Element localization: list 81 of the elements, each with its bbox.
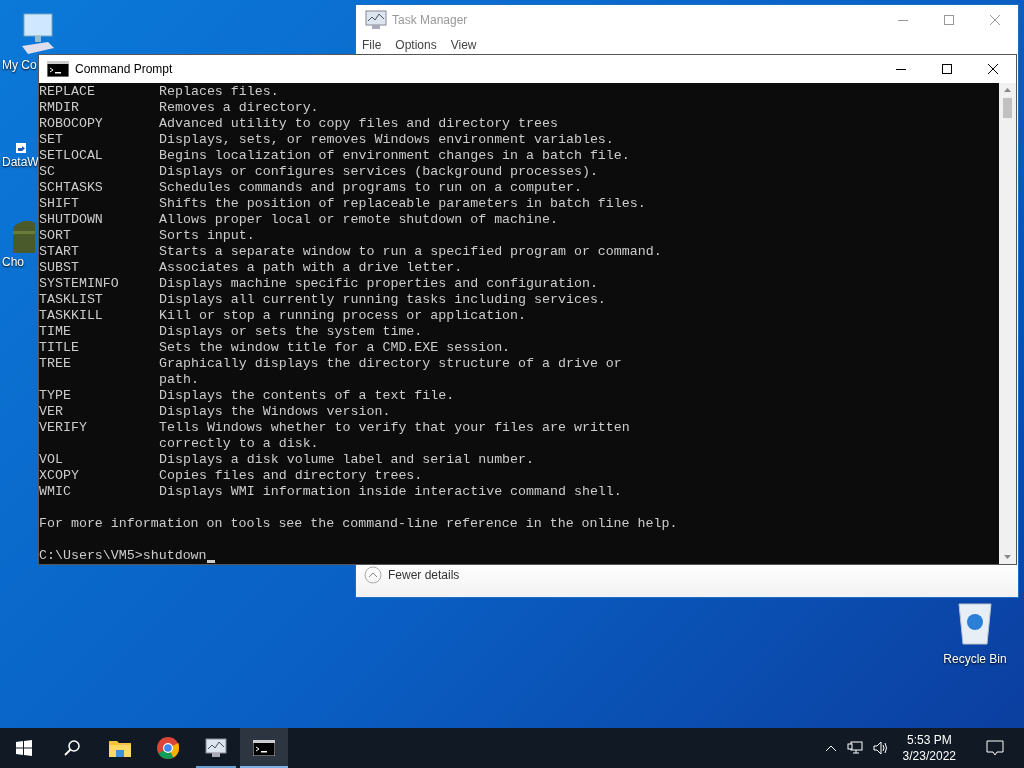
command-name: XCOPY: [39, 468, 80, 484]
command-description: Displays a disk volume label and serial number.: [159, 452, 535, 468]
window-title: Task Manager: [392, 12, 468, 29]
scrollbar-thumb[interactable]: [1003, 98, 1012, 118]
command-name: TIME: [39, 324, 72, 340]
volume-icon[interactable]: [872, 741, 889, 755]
command-description: Shifts the position of replaceable parameters in batch files.: [159, 196, 646, 212]
command-name: TASKKILL: [39, 308, 104, 324]
command-name: VOL: [39, 452, 64, 468]
command-name: TITLE: [39, 340, 80, 356]
command-name: SUBST: [39, 260, 80, 276]
command-description: Kill or stop a running process or application.: [159, 308, 527, 324]
help-text: For more information on tools see the command-line reference in the online help.: [39, 516, 678, 531]
command-name: RMDIR: [39, 100, 80, 116]
menu-item[interactable]: File: [362, 36, 382, 54]
command-name: VERIFY: [39, 420, 88, 437]
command-description: Displays or sets the system time.: [159, 324, 423, 340]
folder-icon: [109, 739, 131, 757]
scrollbar[interactable]: [999, 83, 1016, 564]
command-name: SC: [39, 164, 56, 180]
windows-logo-icon: [16, 740, 32, 756]
menu-item[interactable]: View: [450, 36, 477, 54]
command-name: VER: [39, 404, 64, 420]
command-description: Sets the window title for a CMD.EXE session.: [159, 340, 511, 356]
command-description: Displays all currently running tasks including services.: [159, 292, 606, 308]
console-icon: [253, 740, 275, 756]
command-description: path.: [159, 372, 200, 388]
command-name: REPLACE: [39, 84, 96, 100]
fewer-details-link[interactable]: Fewer details: [388, 566, 460, 584]
command-name: WMIC: [39, 484, 72, 500]
shortcut-icon: [16, 143, 26, 153]
command-description: Begins localization of environment changes in a batch file.: [159, 148, 630, 164]
command-description: Removes a directory.: [159, 100, 319, 116]
chrome-icon: [157, 737, 179, 759]
search-icon: [63, 739, 81, 757]
command-name: TASKLIST: [39, 292, 104, 308]
clock-date[interactable]: 3/23/2022: [902, 748, 956, 764]
command-name: SET: [39, 132, 64, 148]
command-name: TREE: [39, 356, 72, 373]
taskbar-button[interactable]: [240, 728, 288, 768]
command-description: Displays the Windows version.: [159, 404, 391, 420]
command-name: SHUTDOWN: [39, 212, 104, 228]
command-name: SETLOCAL: [39, 148, 104, 164]
command-description: Advanced utility to copy files and directory trees: [159, 116, 558, 132]
command-description: Schedules commands and programs to run on a computer.: [159, 180, 582, 196]
command-description: Displays, sets, or removes Windows environment variables.: [159, 132, 614, 148]
monitor-chart-icon: [364, 10, 388, 30]
clock-time[interactable]: 5:53 PM: [906, 732, 952, 748]
command-description: Displays WMI information inside interactive command shell.: [159, 484, 622, 500]
command-description: Associates a path with a drive letter.: [159, 260, 463, 276]
notification-icon[interactable]: [986, 740, 1004, 756]
monitor-chart-icon: [204, 738, 228, 758]
command-description: Displays machine specific properties and configuration.: [159, 276, 598, 292]
command-line[interactable]: C:\Users\VM5>shutdown: [39, 548, 207, 564]
window-title: Command Prompt: [75, 61, 173, 78]
command-name: ROBOCOPY: [39, 116, 104, 132]
command-name: SCHTASKS: [39, 180, 104, 196]
command-description: Allows proper local or remote shutdown of machine.: [159, 212, 558, 228]
menu-item[interactable]: Options: [395, 36, 437, 54]
command-description: correctly to a disk.: [159, 436, 320, 452]
command-description: Graphically displays the directory structure of a drive or: [159, 356, 622, 372]
command-description: Displays or configures services (background processes).: [159, 164, 598, 180]
desktop-icon-label[interactable]: DataW: [2, 153, 39, 171]
command-description: Copies files and directory trees.: [159, 468, 423, 484]
desktop-icon-label[interactable]: Recycle Bin: [943, 650, 1007, 668]
command-name: START: [39, 244, 80, 260]
command-name: SHIFT: [39, 196, 80, 212]
command-description: Tells Windows whether to verify that your files are written: [159, 420, 630, 436]
command-description: Replaces files.: [159, 84, 279, 100]
command-name: TYPE: [39, 388, 72, 404]
network-icon[interactable]: [846, 741, 863, 755]
desktop-icon-label[interactable]: My Co: [2, 56, 37, 74]
command-name: SYSTEMINFO: [39, 276, 120, 292]
command-description: Displays the contents of a text file.: [159, 388, 455, 404]
console-icon: [47, 61, 69, 77]
command-name: SORT: [39, 228, 72, 244]
recycle-bin-icon[interactable]: [955, 600, 995, 646]
text-cursor: [206, 560, 215, 563]
desktop-icon-label[interactable]: Cho: [2, 253, 24, 271]
command-description: Sorts input.: [159, 228, 255, 244]
command-description: Starts a separate window to run a specified program or command.: [159, 244, 662, 260]
